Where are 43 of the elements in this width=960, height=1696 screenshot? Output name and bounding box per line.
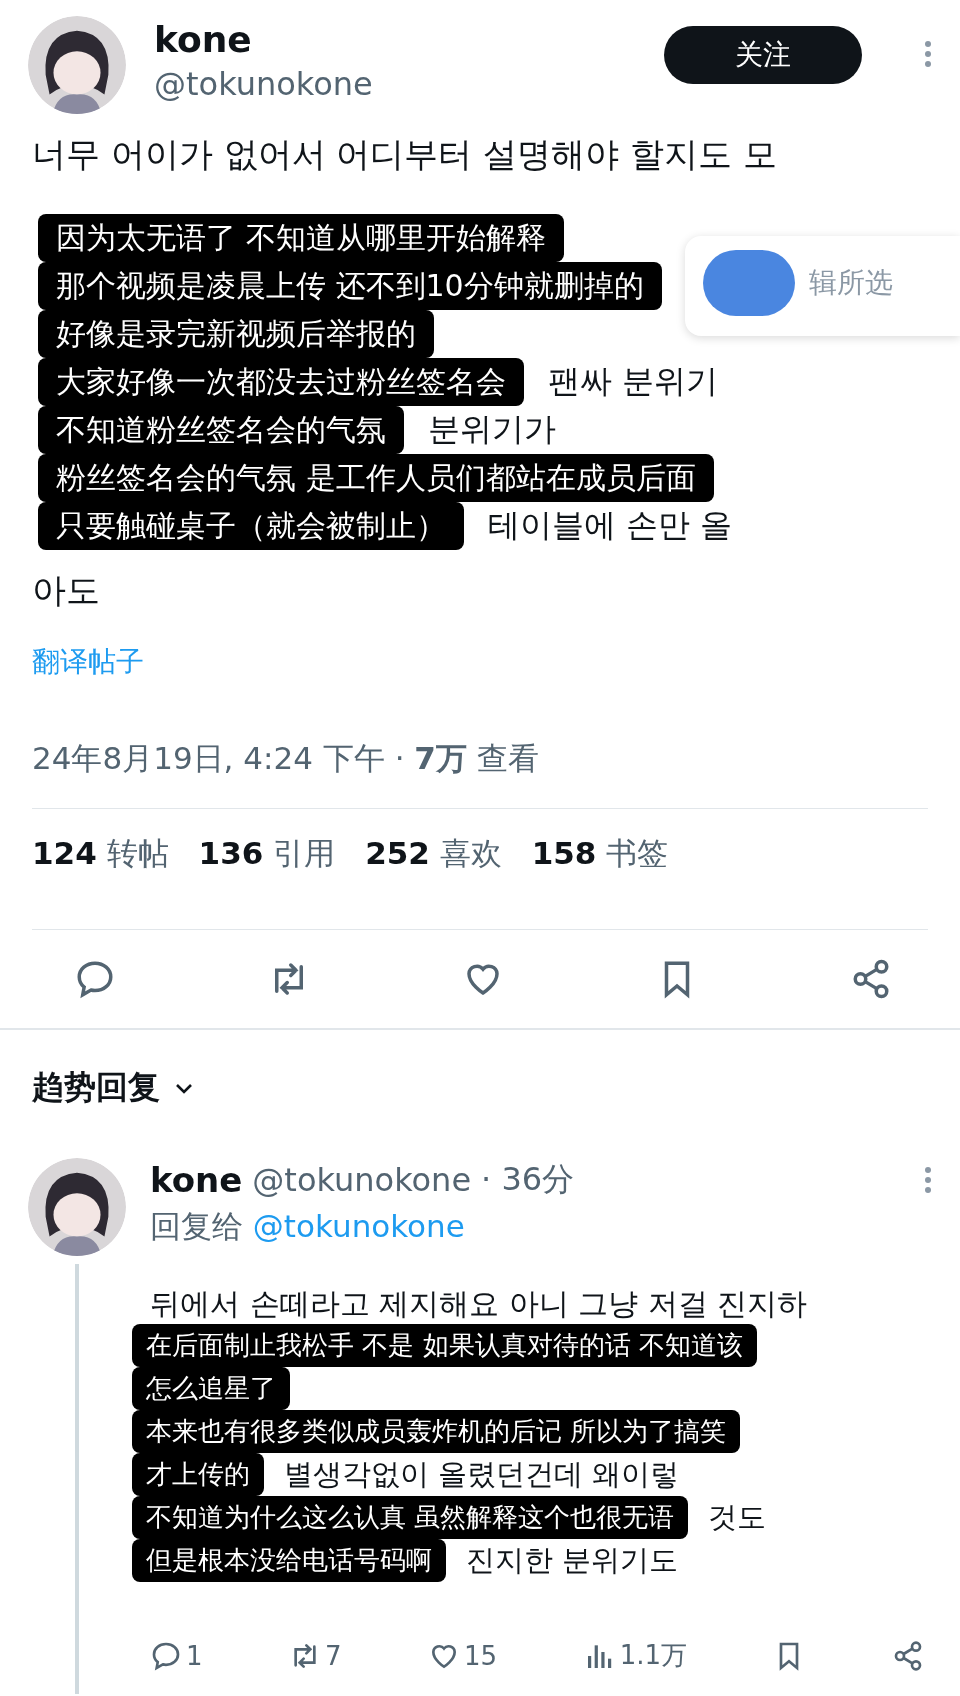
action-count: 15: [464, 1640, 498, 1671]
post-timestamp: 24年8月19日, 4:24 下午 · 7万 查看: [32, 739, 540, 778]
user-handle[interactable]: @tokunokone: [252, 1161, 472, 1199]
avatar[interactable]: [28, 16, 126, 114]
subtitle-caption: 但是根本没给电话号码啊: [132, 1539, 446, 1582]
reply-time: · 36分: [481, 1159, 575, 1200]
post-text: 팬싸 분위기: [548, 361, 719, 402]
subtitle-caption: 才上传的: [132, 1453, 264, 1496]
action-count: 1.1万: [619, 1639, 687, 1672]
subtitle-caption: 大家好像一次都没去过粉丝签名会: [38, 358, 524, 406]
post-text: 테이블에 손만 올: [488, 505, 733, 546]
subtitle-caption: 在后面制止我松手 不是 如果认真对待的话 不知道该: [132, 1324, 757, 1367]
subtitle-caption: 不知道粉丝签名会的气氛: [38, 406, 404, 454]
reply-text: 별생각없이 올렸던건데 왜이렇: [284, 1455, 680, 1493]
reply-text: 뒤에서 손떼라고 제지해요 아니 그냥 저걸 진지하: [150, 1285, 809, 1323]
subtitle-caption: 因为太无语了 不知道从哪里开始解释: [38, 214, 564, 262]
action-count: 1: [186, 1640, 203, 1671]
subtitle-caption: 怎么追星了: [132, 1367, 290, 1410]
stat-count[interactable]: 252 喜欢: [365, 833, 502, 875]
post-text: 너무 어이가 없어서 어디부터 설명해야 할지도 모: [32, 133, 778, 176]
subtitle-caption: 本来也有很多类似成员轰炸机的后记 所以为了搞笑: [132, 1410, 741, 1453]
reply-to-label: 回复给: [150, 1208, 243, 1244]
action-count: 7: [325, 1640, 342, 1671]
user-name[interactable]: kone: [154, 18, 636, 62]
subtitle-caption: 粉丝签名会的气氛 是工作人员们都站在成员后面: [38, 454, 714, 502]
stat-count[interactable]: 158 书签: [531, 833, 669, 875]
user-handle[interactable]: @tokunokone: [154, 62, 636, 106]
stat-count[interactable]: 136 引用: [198, 833, 336, 875]
subtitle-caption: 好像是录完新视频后举报的: [38, 310, 434, 358]
follow-button[interactable]: 关注: [664, 26, 862, 84]
section-title[interactable]: 趋势回复: [32, 1066, 160, 1110]
subtitle-caption: 不知道为什么这么认真 虽然解释这个也很无语: [132, 1496, 689, 1539]
more-icon[interactable]: [924, 40, 932, 68]
user-name[interactable]: kone: [150, 1160, 243, 1200]
avatar[interactable]: [28, 1158, 126, 1256]
stat-count[interactable]: 124 转帖: [32, 833, 169, 875]
post-text: 아도: [32, 569, 101, 612]
post-text: 분위기가: [428, 409, 556, 450]
subtitle-caption: 只要触碰桌子（就会被制止）: [38, 502, 464, 550]
reply-text: 진지한 분위기도: [466, 1541, 679, 1579]
subtitle-caption: 那个视频是凌晨上传 还不到10分钟就删掉的: [38, 262, 662, 310]
reply-text: 것도: [708, 1498, 767, 1536]
more-icon[interactable]: [924, 1166, 932, 1194]
